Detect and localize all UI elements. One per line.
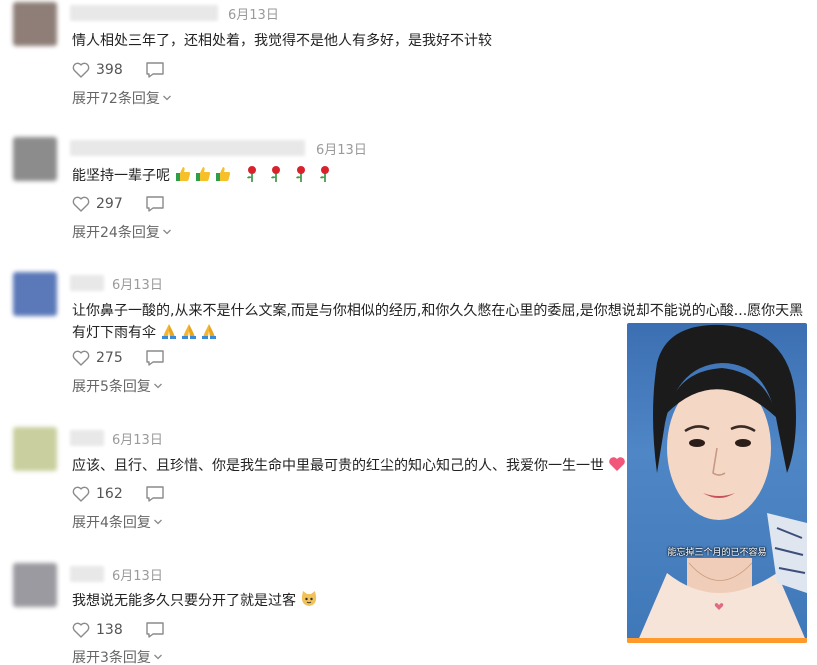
praying-hands-emoji-icon (182, 324, 197, 339)
comment-text: 情人相处三年了，还相处着，我觉得不是他人有多好，是我好不计较 (72, 33, 492, 49)
avatar[interactable] (13, 563, 57, 607)
thumbs-up-emoji-icon (216, 167, 231, 181)
attached-photo[interactable]: 能忘掉三个月的已不容易 (627, 323, 807, 643)
expand-replies-link[interactable]: 展开24条回复 (72, 222, 172, 242)
comment-date: 6月13日 (316, 143, 367, 158)
username-redacted[interactable] (70, 5, 218, 21)
comment-date: 6月13日 (112, 569, 163, 584)
rose-emoji-icon (295, 166, 305, 182)
expand-replies-label: 展开24条回复 (72, 225, 160, 241)
praying-hands-emoji-group (160, 324, 220, 341)
like-count: 275 (96, 350, 123, 366)
comment-text: 能坚持一辈子呢 (72, 168, 170, 184)
comment-text-row: 能坚持一辈子呢 (72, 165, 336, 187)
expand-replies-link[interactable]: 展开3条回复 (72, 647, 163, 665)
like-button[interactable]: 398 (72, 62, 123, 78)
heart-outline-icon (72, 622, 90, 638)
video-progress-strip (627, 638, 807, 643)
expand-replies-label: 展开3条回复 (72, 650, 151, 665)
avatar[interactable] (13, 137, 57, 181)
chevron-down-icon (153, 654, 162, 660)
thumbs-up-emoji-group (174, 167, 238, 184)
cat-face-emoji-icon (302, 591, 317, 606)
comment-date: 6月13日 (112, 433, 163, 448)
avatar[interactable] (13, 2, 57, 46)
comment-feed: 6月13日 情人相处三年了，还相处着，我觉得不是他人有多好，是我好不计较 398… (0, 0, 817, 665)
like-count: 138 (96, 622, 123, 638)
portrait-illustration (637, 324, 807, 643)
rose-emoji-icon (320, 166, 330, 182)
like-count: 162 (96, 486, 123, 502)
chevron-down-icon (162, 95, 171, 101)
expand-replies-link[interactable]: 展开4条回复 (72, 512, 163, 532)
chevron-down-icon (153, 519, 162, 525)
like-button[interactable]: 138 (72, 622, 123, 638)
comment-text-row: 应该、且行、且珍惜、你是我生命中里最可贵的红尘的知心知己的人、我爱你一生一世 (72, 455, 628, 477)
comment-date: 6月13日 (112, 278, 163, 293)
like-button[interactable]: 162 (72, 486, 123, 502)
chevron-down-icon (162, 229, 171, 235)
expand-replies-link[interactable]: 展开5条回复 (72, 376, 163, 396)
thumbs-up-emoji-icon (196, 167, 211, 181)
username-redacted[interactable] (70, 275, 104, 291)
heart-outline-icon (72, 486, 90, 502)
photo-caption: 能忘掉三个月的已不容易 (667, 548, 767, 558)
reply-comment-icon[interactable] (145, 195, 165, 213)
username-redacted[interactable] (70, 430, 104, 446)
heart-outline-icon (72, 350, 90, 366)
comment-date: 6月13日 (228, 8, 279, 23)
avatar[interactable] (13, 272, 57, 316)
expand-replies-label: 展开5条回复 (72, 379, 151, 395)
comment-text-row: 我想说无能多久只要分开了就是过客 (72, 590, 320, 612)
praying-hands-emoji-icon (162, 324, 177, 339)
like-count: 398 (96, 62, 123, 78)
like-button[interactable]: 275 (72, 350, 123, 366)
reply-comment-icon[interactable] (145, 349, 165, 367)
thumbs-up-emoji-icon (176, 167, 191, 181)
username-redacted[interactable] (70, 140, 305, 156)
reply-comment-icon[interactable] (145, 621, 165, 639)
chevron-down-icon (153, 383, 162, 389)
reply-comment-icon[interactable] (145, 485, 165, 503)
like-count: 297 (96, 196, 123, 212)
avatar[interactable] (13, 427, 57, 471)
expand-replies-link[interactable]: 展开72条回复 (72, 88, 172, 108)
like-button[interactable]: 297 (72, 196, 123, 212)
username-redacted[interactable] (70, 566, 104, 582)
rose-emoji-group (243, 166, 336, 184)
heart-outline-icon (72, 196, 90, 212)
heart-outline-icon (72, 62, 90, 78)
praying-hands-emoji-icon (202, 324, 217, 339)
expand-replies-label: 展开72条回复 (72, 91, 160, 107)
rose-emoji-icon (246, 166, 256, 182)
rose-emoji-icon (271, 166, 281, 182)
expand-replies-label: 展开4条回复 (72, 515, 151, 531)
comment-text: 我想说无能多久只要分开了就是过客 (72, 593, 296, 609)
reply-comment-icon[interactable] (145, 61, 165, 79)
red-heart-emoji-icon (609, 457, 626, 471)
comment-text: 应该、且行、且珍惜、你是我生命中里最可贵的红尘的知心知己的人、我爱你一生一世 (72, 458, 604, 474)
